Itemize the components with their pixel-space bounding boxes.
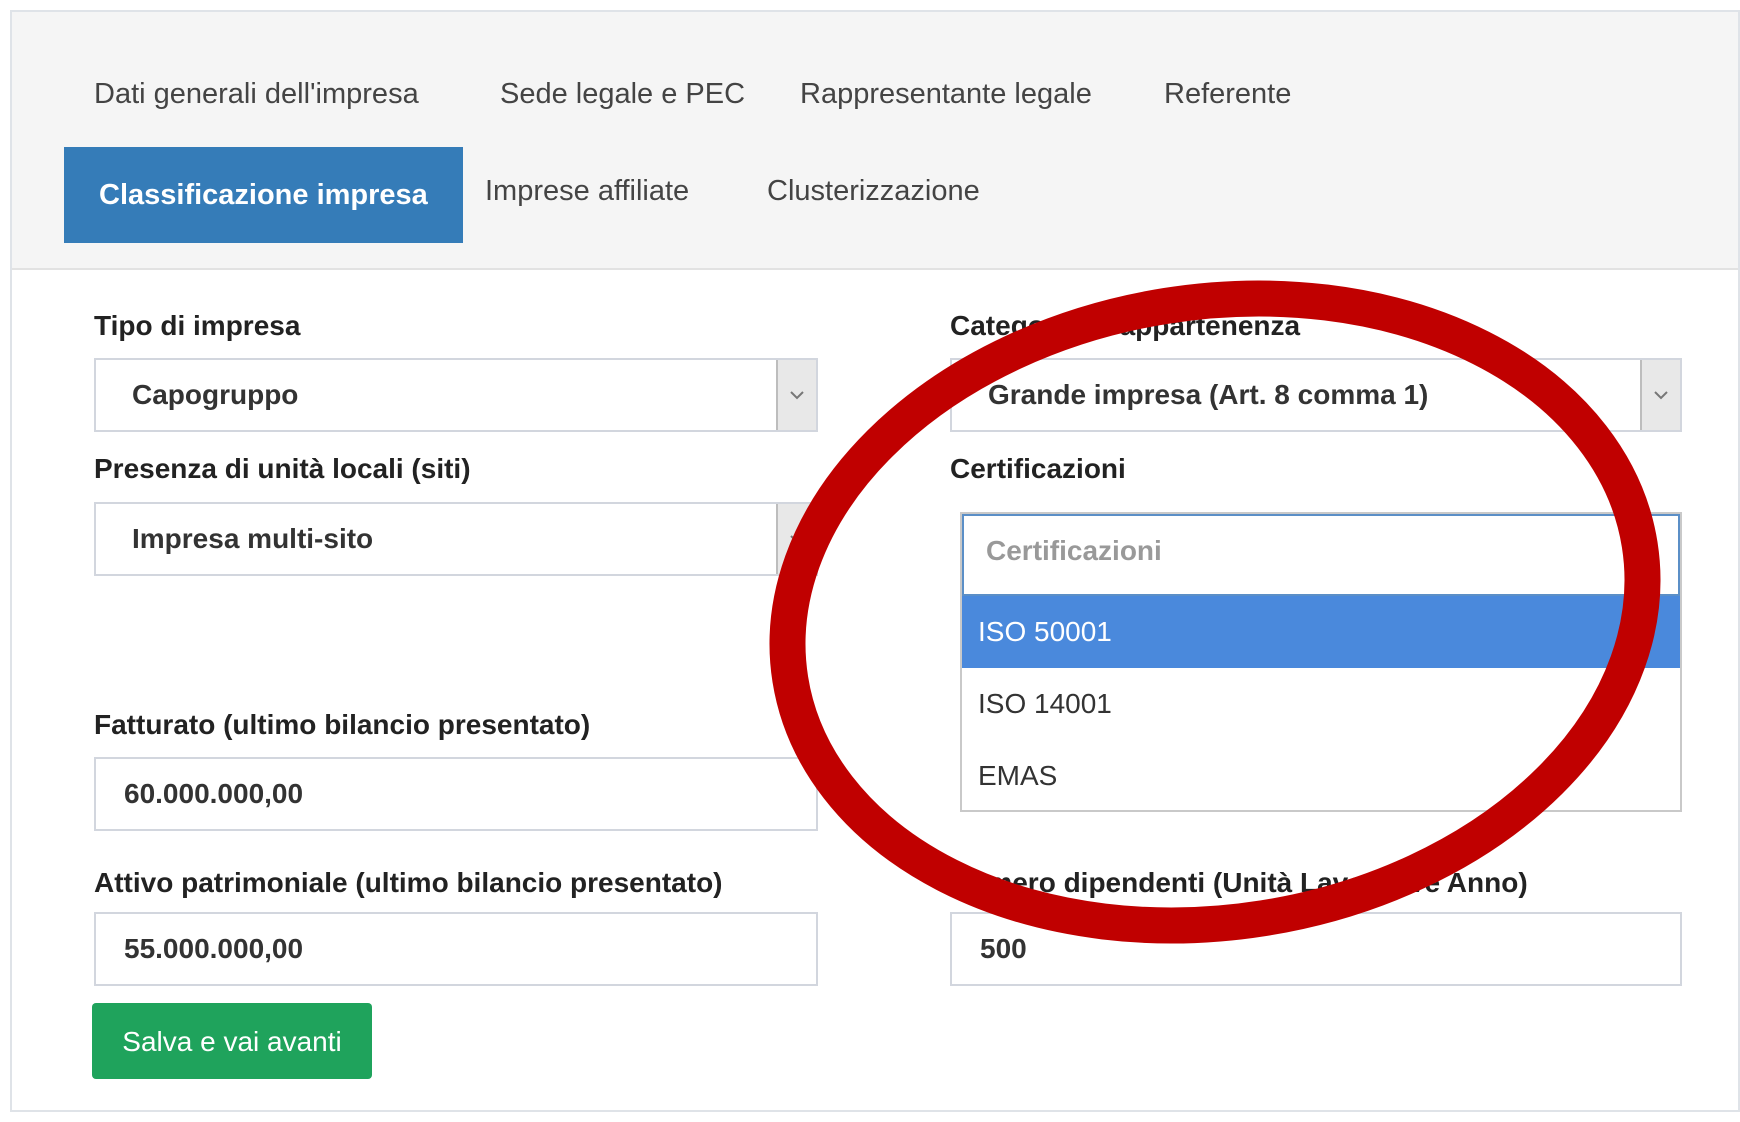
save-button[interactable]: Salva e vai avanti [92, 1003, 372, 1079]
presenza-label: Presenza di unità locali (siti) [94, 453, 471, 484]
certificazioni-search[interactable] [962, 514, 1680, 596]
attivo-label: Attivo patrimoniale (ultimo bilancio pre… [94, 867, 723, 898]
presenza-select[interactable]: Impresa multi-sito [94, 502, 818, 576]
option-iso-14001[interactable]: ISO 14001 [962, 668, 1680, 740]
tab-referente[interactable]: Referente [1164, 78, 1291, 111]
tab-classificazione-impresa[interactable]: Classificazione impresa [64, 147, 463, 243]
certificazioni-input[interactable] [984, 534, 1608, 568]
tab-bar: Dati generali dell'impresa Sede legale e… [12, 12, 1738, 270]
tipo-impresa-select[interactable]: Capogruppo [94, 358, 818, 432]
tab-sede-legale[interactable]: Sede legale e PEC [500, 78, 745, 111]
attivo-value: 55.000.000,00 [124, 933, 304, 964]
tab-dati-generali[interactable]: Dati generali dell'impresa [94, 78, 419, 111]
dipendenti-field[interactable]: 500 [950, 912, 1682, 986]
chevron-down-icon [776, 360, 816, 430]
option-iso-50001[interactable]: ISO 50001 [962, 596, 1680, 668]
dipendenti-value: 500 [980, 933, 1027, 964]
categoria-value: Grande impresa (Art. 8 comma 1) [988, 379, 1429, 410]
categoria-select[interactable]: Grande impresa (Art. 8 comma 1) [950, 358, 1682, 432]
option-emas[interactable]: EMAS [962, 740, 1680, 812]
tab-rappresentante-legale[interactable]: Rappresentante legale [800, 78, 1092, 111]
fatturato-field[interactable]: 60.000.000,00 [94, 757, 818, 831]
tab-imprese-affiliate[interactable]: Imprese affiliate [485, 175, 689, 208]
tipo-impresa-label: Tipo di impresa [94, 310, 301, 341]
tab-clusterizzazione[interactable]: Clusterizzazione [767, 175, 980, 208]
chevron-down-icon [1640, 360, 1680, 430]
certificazioni-label: Certificazioni [950, 453, 1126, 484]
presenza-value: Impresa multi-sito [132, 523, 374, 554]
tipo-impresa-value: Capogruppo [132, 379, 299, 410]
fatturato-value: 60.000.000,00 [124, 778, 304, 809]
chevron-down-icon [776, 504, 816, 574]
dipendenti-label: Numero dipendenti (Unità Lavorative Anno… [950, 867, 1528, 898]
certificazioni-dropdown: ISO 50001 ISO 14001 EMAS [960, 512, 1682, 812]
fatturato-label: Fatturato (ultimo bilancio presentato) [94, 709, 591, 740]
categoria-label: Categoria di appartenenza [950, 310, 1301, 341]
attivo-field[interactable]: 55.000.000,00 [94, 912, 818, 986]
form-card: Dati generali dell'impresa Sede legale e… [10, 10, 1740, 1112]
